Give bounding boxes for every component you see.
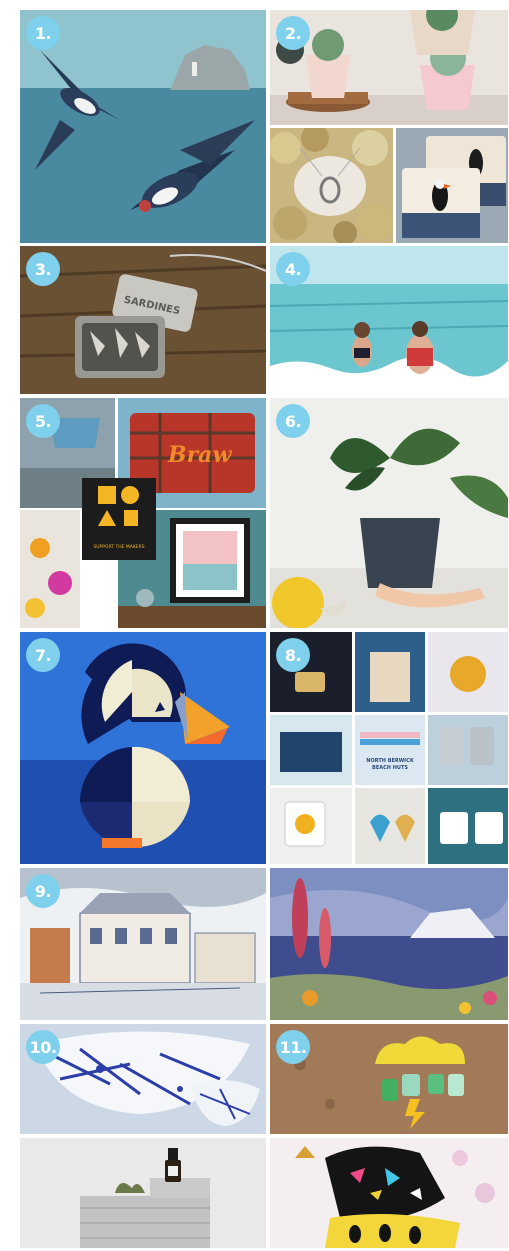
- north-berwick-collage-image: NORTH BERWICK BEACH HUTS: [270, 632, 508, 864]
- tile-number-badge: 11.: [276, 1030, 310, 1064]
- tile-succulents: 2.: [270, 10, 508, 125]
- tile-number-badge: 7.: [26, 638, 60, 672]
- tile-splatter-bowls: 10.: [20, 1024, 266, 1134]
- tile-pendant-shells: [270, 128, 393, 243]
- tile-number-badge: 10.: [26, 1030, 60, 1064]
- beach-huts-text: BEACH HUTS: [372, 765, 408, 771]
- tile-puffin-cushions: [396, 128, 508, 243]
- tile-number-badge: 3.: [26, 252, 60, 286]
- braw-text: Braw: [167, 442, 232, 468]
- tile-number-badge: 1.: [26, 16, 60, 50]
- potted-plant-image: [270, 398, 508, 628]
- pendant-shells-image: [270, 128, 393, 243]
- tile-north-berwick-collage: NORTH BERWICK BEACH HUTS 8.: [270, 632, 508, 864]
- tile-number-badge: 4.: [276, 252, 310, 286]
- paper-puffin-image: [20, 632, 266, 864]
- tile-number-badge: 2.: [276, 16, 310, 50]
- tile-number-badge: 5.: [26, 404, 60, 438]
- tile-sea-swimmers: 4.: [270, 246, 508, 394]
- makers-collage-image: Braw SUPPORT THE MAKERS: [20, 398, 266, 628]
- tile-face-masks: [270, 1138, 508, 1248]
- tile-paper-puffin: 7.: [20, 632, 266, 864]
- tile-potted-plant: 6.: [270, 398, 508, 628]
- north-berwick-text: NORTH BERWICK: [366, 758, 415, 764]
- tile-skincare-bottle: [20, 1138, 266, 1248]
- skincare-bottle-image: [20, 1138, 266, 1248]
- bass-rock-painting-image: [270, 868, 508, 1020]
- swallows-painting-image: [20, 10, 266, 243]
- tile-makers-collage: Braw SUPPORT THE MAKERS 5.: [20, 398, 266, 628]
- tile-bass-rock-painting: [270, 868, 508, 1020]
- tile-number-badge: 6.: [276, 404, 310, 438]
- tile-number-badge: 8.: [276, 638, 310, 672]
- support-the-makers-text: SUPPORT THE MAKERS: [93, 544, 144, 550]
- face-masks-image: [270, 1138, 508, 1248]
- tile-cloud-earrings: 11.: [270, 1024, 508, 1134]
- tile-sardine-pendant: SARDINES 3.: [20, 246, 266, 394]
- tile-swallows-painting: 1.: [20, 10, 266, 243]
- tile-number-badge: 9.: [26, 874, 60, 908]
- puffin-cushions-image: [396, 128, 508, 243]
- tile-seafront-painting: 9.: [20, 868, 266, 1020]
